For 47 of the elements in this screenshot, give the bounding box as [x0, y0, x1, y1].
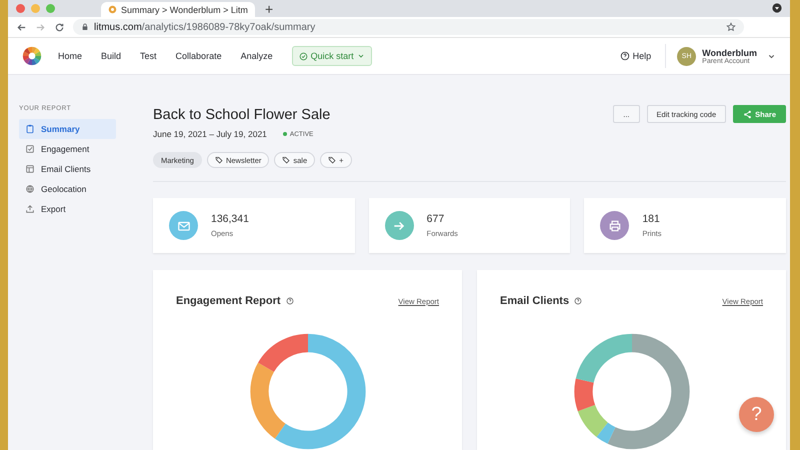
- report-title: Back to School Flower Sale: [153, 107, 332, 123]
- nav-link[interactable]: Test: [140, 51, 157, 61]
- chart-title: Email Clients: [500, 295, 570, 307]
- tag-icon: [282, 156, 290, 164]
- check-icon: [25, 144, 35, 154]
- nav-link[interactable]: Collaborate: [176, 51, 222, 61]
- share-icon: [743, 110, 752, 118]
- nav-link[interactable]: Analyze: [240, 51, 273, 61]
- printer-icon: [608, 218, 622, 232]
- account-name[interactable]: Wonderblum: [702, 48, 757, 58]
- stat-value: 136,341: [211, 213, 249, 225]
- globe-icon: [25, 184, 35, 194]
- star-icon[interactable]: [726, 22, 736, 32]
- sidebar-item[interactable]: Email Clients: [19, 159, 116, 179]
- sidebar-item[interactable]: Geolocation: [19, 179, 116, 199]
- help-link[interactable]: Help: [620, 44, 666, 68]
- url-text: litmus.com/analytics/1986089-78ky7oak/summary: [94, 22, 316, 32]
- profile-menu-icon[interactable]: [772, 2, 782, 12]
- stat-value: 677: [426, 213, 446, 225]
- help-icon[interactable]: [286, 297, 294, 305]
- date-range: June 19, 2021 – July 19, 2021: [153, 129, 267, 139]
- quick-start-button[interactable]: Quick start: [292, 46, 372, 66]
- logo-icon[interactable]: [22, 46, 42, 66]
- address-bar[interactable]: litmus.com/analytics/1986089-78ky7oak/summary: [73, 19, 744, 35]
- nav-link[interactable]: Home: [58, 51, 82, 61]
- sidebar-item[interactable]: Summary: [19, 119, 116, 139]
- tag-icon: [214, 156, 223, 164]
- stat-value: 181: [642, 213, 661, 225]
- reload-icon[interactable]: [54, 22, 65, 32]
- tab-title: Summary > Wonderblum > Litm: [121, 4, 248, 14]
- upload-icon: [25, 204, 35, 214]
- help-icon: [620, 51, 630, 61]
- caret-icon: [356, 52, 365, 60]
- tag-icon: [328, 156, 336, 164]
- sidebar-item[interactable]: Engagement: [19, 139, 116, 159]
- clipboard-icon: [25, 124, 35, 134]
- lock-icon: [81, 23, 89, 31]
- browser-tab[interactable]: Summary > Wonderblum > Litm: [101, 2, 255, 17]
- sidebar-item[interactable]: Export: [19, 199, 116, 219]
- new-tab-button[interactable]: +: [261, 2, 278, 17]
- layout-icon: [25, 164, 35, 174]
- nav-link[interactable]: Build: [101, 51, 122, 61]
- back-icon[interactable]: [16, 22, 27, 32]
- help-icon[interactable]: [574, 297, 582, 305]
- chart-title: Engagement Report: [176, 295, 281, 307]
- check-circle-icon: [298, 52, 308, 60]
- logo-icon: [108, 5, 117, 14]
